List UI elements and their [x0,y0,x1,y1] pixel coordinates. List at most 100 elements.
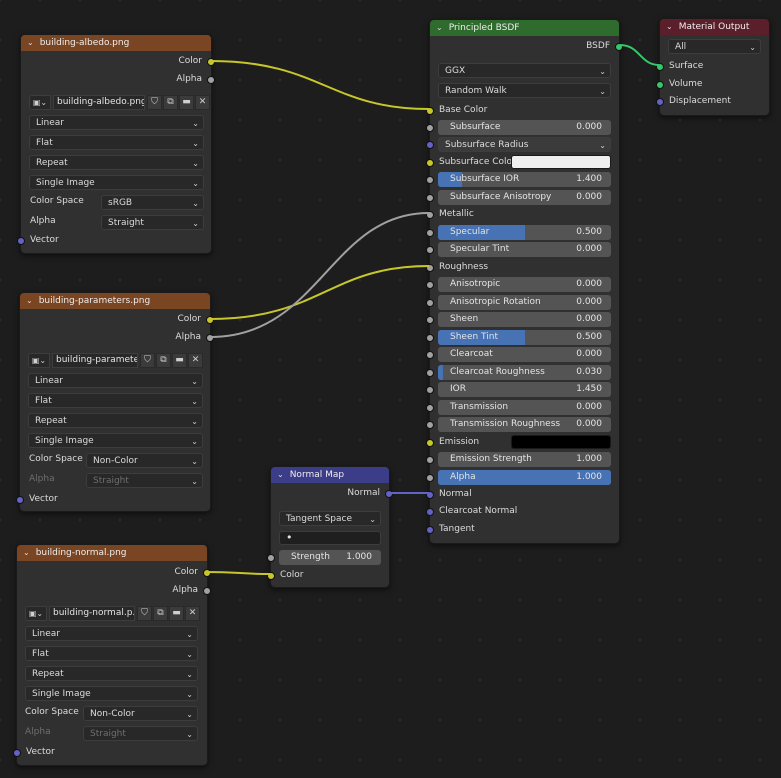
normal-input-socket[interactable] [426,491,434,499]
clearcoat-slider[interactable]: Clearcoat 0.000 [438,347,611,362]
collapse-chevron-icon[interactable]: ⌄ [26,293,33,309]
collapse-chevron-icon[interactable]: ⌄ [277,467,284,483]
close-icon[interactable]: ✕ [185,606,200,621]
duplicate-icon[interactable]: ⧉ [153,606,168,621]
ior-slider[interactable]: IOR 1.450 [438,382,611,397]
tangent-input-socket[interactable] [426,526,434,534]
clearcoat-input-socket[interactable] [426,351,434,359]
source-dropdown[interactable]: Single Image ⌄ [29,175,204,190]
bsdf-output-socket[interactable] [615,43,623,51]
alpha-slider[interactable]: Alpha 1.000 [438,470,611,485]
image-name-field[interactable]: building-paramete... [52,353,138,368]
node-header[interactable]: ⌄ Normal Map [271,467,389,483]
surface-input-socket[interactable] [656,63,664,71]
subsurface-method-dropdown[interactable]: Random Walk ⌄ [438,83,611,98]
anisotropic-rotation-input-socket[interactable] [426,299,434,307]
projection-dropdown[interactable]: Flat ⌄ [29,135,204,150]
node-header[interactable]: ⌄ building-normal.png [17,545,207,561]
normal-map-node[interactable]: ⌄ Normal Map Normal Tangent Space ⌄ • Stre… [267,466,393,588]
collapse-chevron-icon[interactable]: ⌄ [27,35,34,51]
subsurface-radius-input-socket[interactable] [426,141,434,149]
uv-map-field[interactable]: • [279,531,381,545]
subsurface-radius-dropdown[interactable]: Subsurface Radius ⌄ [438,137,611,152]
image-browse-icon[interactable]: ▣⌄ [28,353,50,368]
sheen-slider[interactable]: Sheen 0.000 [438,312,611,327]
base-color-input-socket[interactable] [426,107,434,115]
specular-tint-slider[interactable]: Specular Tint 0.000 [438,242,611,257]
close-icon[interactable]: ✕ [195,95,210,110]
subsurface-slider[interactable]: Subsurface 0.000 [438,120,611,135]
duplicate-icon[interactable]: ⧉ [156,353,171,368]
emission-color-swatch[interactable] [511,435,611,449]
subsurface-color-input-socket[interactable] [426,159,434,167]
subsurface-anisotropy-slider[interactable]: Subsurface Anisotropy 0.000 [438,190,611,205]
emission-input-socket[interactable] [426,439,434,447]
color-space-dropdown[interactable]: Non-Color ⌄ [83,706,198,721]
color-output-socket[interactable] [206,316,214,324]
fake-user-shield-icon[interactable]: ⛉ [147,95,162,110]
vector-input-socket[interactable] [16,496,24,504]
color-output-socket[interactable] [207,58,215,66]
anisotropic-input-socket[interactable] [426,281,434,289]
collapse-chevron-icon[interactable]: ⌄ [436,20,443,36]
alpha-output-socket[interactable] [207,76,215,84]
duplicate-icon[interactable]: ⧉ [163,95,178,110]
transmission-slider[interactable]: Transmission 0.000 [438,400,611,415]
target-dropdown[interactable]: All ⌄ [668,39,761,54]
open-folder-icon[interactable]: ▬ [172,353,187,368]
vector-input-socket[interactable] [17,237,25,245]
clearcoat-roughness-slider[interactable]: Clearcoat Roughness 0.030 [438,365,611,380]
strength-input-socket[interactable] [267,554,275,562]
interpolation-dropdown[interactable]: Linear ⌄ [25,626,198,641]
alpha-mode-dropdown[interactable]: Straight ⌄ [101,215,204,230]
alpha-output-socket[interactable] [206,334,214,342]
projection-dropdown[interactable]: Flat ⌄ [25,646,198,661]
metallic-input-socket[interactable] [426,211,434,219]
node-header[interactable]: ⌄ Material Output [660,19,769,35]
extension-dropdown[interactable]: Repeat ⌄ [29,155,204,170]
clearcoat-normal-input-socket[interactable] [426,508,434,516]
volume-input-socket[interactable] [656,81,664,89]
node-header[interactable]: ⌄ Principled BSDF [430,20,619,36]
image-texture-node-albedo[interactable]: ⌄ building-albedo.png Color Alpha ▣⌄ buil… [17,34,215,254]
transmission-roughness-input-socket[interactable] [426,421,434,429]
clearcoat-roughness-input-socket[interactable] [426,369,434,377]
color-output-socket[interactable] [203,569,211,577]
emission-strength-slider[interactable]: Emission Strength 1.000 [438,452,611,467]
anisotropic-rotation-slider[interactable]: Anisotropic Rotation 0.000 [438,295,611,310]
collapse-chevron-icon[interactable]: ⌄ [666,19,673,35]
source-dropdown[interactable]: Single Image ⌄ [28,433,203,448]
anisotropic-slider[interactable]: Anisotropic 0.000 [438,277,611,292]
close-icon[interactable]: ✕ [188,353,203,368]
subsurface-ior-input-socket[interactable] [426,176,434,184]
roughness-input-socket[interactable] [426,264,434,272]
projection-dropdown[interactable]: Flat ⌄ [28,393,203,408]
node-header[interactable]: ⌄ building-parameters.png [20,293,210,309]
subsurface-anisotropy-input-socket[interactable] [426,194,434,202]
extension-dropdown[interactable]: Repeat ⌄ [28,413,203,428]
sheen-tint-slider[interactable]: Sheen Tint 0.500 [438,330,611,345]
sheen-input-socket[interactable] [426,316,434,324]
strength-slider[interactable]: Strength 1.000 [279,550,381,565]
emission-strength-input-socket[interactable] [426,456,434,464]
normal-output-socket[interactable] [385,490,393,498]
image-name-field[interactable]: building-normal.p... [49,606,135,621]
specular-slider[interactable]: Specular 0.500 [438,225,611,240]
interpolation-dropdown[interactable]: Linear ⌄ [29,115,204,130]
image-browse-icon[interactable]: ▣⌄ [29,95,51,110]
material-output-node[interactable]: ⌄ Material Output All ⌄ Surface Volume Dis… [656,18,770,116]
alpha-output-socket[interactable] [203,587,211,595]
color-input-socket[interactable] [267,572,275,580]
transmission-roughness-slider[interactable]: Transmission Roughness 0.000 [438,417,611,432]
open-folder-icon[interactable]: ▬ [179,95,194,110]
source-dropdown[interactable]: Single Image ⌄ [25,686,198,701]
alpha-input-socket[interactable] [426,474,434,482]
collapse-chevron-icon[interactable]: ⌄ [23,545,30,561]
ior-input-socket[interactable] [426,386,434,394]
sheen-tint-input-socket[interactable] [426,334,434,342]
fake-user-shield-icon[interactable]: ⛉ [137,606,152,621]
color-space-dropdown[interactable]: sRGB ⌄ [101,195,204,210]
principled-bsdf-node[interactable]: ⌄ Principled BSDF BSDF GGX ⌄ Random Walk ⌄ … [426,19,623,544]
subsurface-color-swatch[interactable] [511,155,611,169]
image-texture-node-normal[interactable]: ⌄ building-normal.png Color Alpha ▣⌄ buil… [13,544,211,766]
